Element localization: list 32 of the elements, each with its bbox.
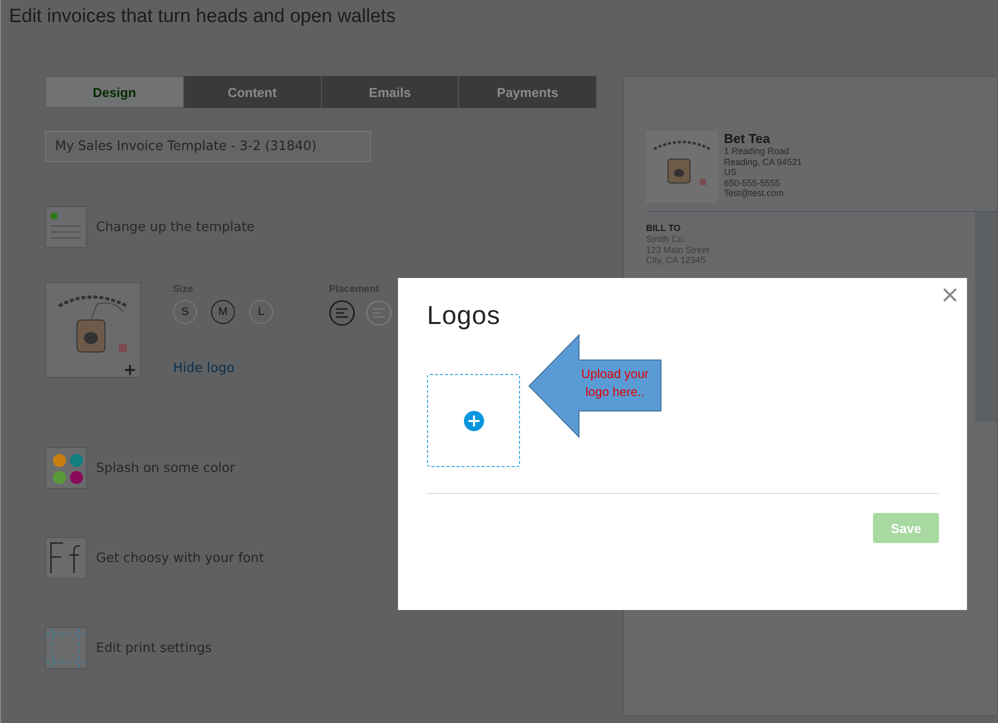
company-address-line: Reading, CA 94521 [724, 156, 802, 167]
tab[interactable]: Content [184, 76, 322, 108]
company-address-line: US [724, 167, 738, 178]
template-icon[interactable] [45, 206, 87, 248]
size-option[interactable]: M [211, 300, 235, 324]
page-title: Edit invoices that turn heads and open wallets [8, 5, 397, 29]
print-margins-icon[interactable] [45, 627, 87, 669]
option-label[interactable]: Edit print settings [96, 640, 212, 656]
option-label[interactable]: Get choosy with your font [96, 550, 264, 566]
logo-upload-area[interactable] [427, 374, 520, 467]
company-address-line: Test@test.com [724, 188, 785, 198]
tab[interactable]: Design [45, 76, 184, 108]
placement-icon[interactable] [329, 300, 355, 326]
bill-to-label: BILL TO [646, 222, 682, 234]
color-palette-icon[interactable] [45, 447, 87, 489]
company-address-line: 650-555-5555 [724, 178, 782, 188]
option-label[interactable]: Splash on some color [96, 460, 236, 476]
company-name: Bet Tea [724, 131, 771, 146]
company-address-line: 1 Reading Road [724, 146, 790, 156]
font-icon[interactable] [45, 537, 87, 579]
size-option[interactable]: L [249, 300, 273, 324]
logo-drawing [646, 131, 718, 203]
tab[interactable]: Emails [322, 76, 460, 108]
dialog-title: Logos [427, 300, 502, 331]
tab[interactable]: Payments [459, 76, 597, 108]
callout-text: Upload your logo here.. [580, 366, 650, 401]
option-label[interactable]: Change up the template [96, 220, 255, 234]
hide-logo-link[interactable]: Hide logo [173, 361, 235, 378]
close-icon[interactable] [943, 288, 957, 302]
add-icon [462, 410, 484, 432]
template-name-field[interactable]: My Sales Invoice Template - 3-2 (31840) [45, 131, 371, 162]
size-option[interactable]: S [173, 300, 197, 324]
